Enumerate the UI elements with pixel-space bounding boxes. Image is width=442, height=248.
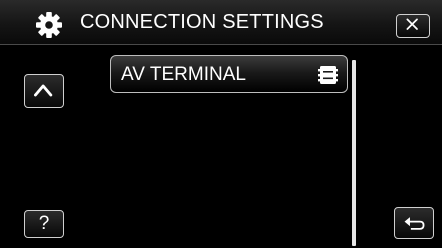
help-label: ? <box>38 213 50 234</box>
close-icon <box>406 18 418 30</box>
menu-item-av-terminal[interactable]: AV TERMINAL <box>110 55 348 93</box>
menu-item-label: AV TERMINAL <box>121 64 246 85</box>
connection-settings-screen: CONNECTION SETTINGS AV TERMINAL ? <box>0 0 442 248</box>
close-button[interactable] <box>396 14 430 38</box>
scrollbar[interactable] <box>352 60 356 246</box>
gear-icon <box>36 12 62 38</box>
header-bar: CONNECTION SETTINGS <box>0 0 442 45</box>
back-button[interactable] <box>394 207 434 239</box>
scroll-up-button[interactable] <box>24 74 64 108</box>
return-icon <box>404 217 424 230</box>
help-button[interactable]: ? <box>24 210 64 238</box>
av-terminal-icon <box>318 66 338 84</box>
page-title: CONNECTION SETTINGS <box>80 11 324 33</box>
chevron-up-icon <box>33 84 52 97</box>
